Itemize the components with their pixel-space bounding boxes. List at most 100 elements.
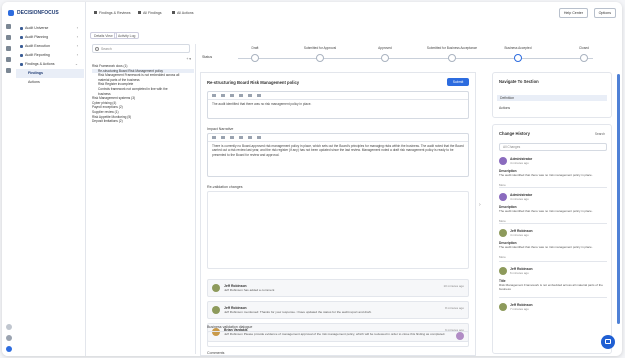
findings-tree: Risk Framework docs (1) Re-structuring B… (92, 64, 194, 124)
user-avatar[interactable] (6, 346, 12, 352)
underline-icon[interactable] (230, 136, 234, 139)
status-stepper: Status Draft Submitted for Approval Appr… (200, 44, 620, 68)
folder-icon (20, 62, 23, 66)
link-icon[interactable] (248, 94, 252, 97)
right-panel: Navigate To Section Definition Actions C… (488, 72, 620, 356)
avatar (499, 229, 507, 237)
underline-icon[interactable] (230, 94, 234, 97)
status-step-draft[interactable]: Draft (225, 46, 285, 62)
list-icon[interactable] (239, 94, 243, 97)
avatar (499, 193, 507, 201)
finding-description-editor[interactable]: The audit identified that there was no r… (207, 91, 469, 119)
nav-link-definition[interactable]: Definition (497, 95, 607, 101)
bold-icon[interactable] (212, 94, 216, 97)
settings-icon[interactable] (6, 324, 12, 330)
help-icon[interactable] (6, 335, 12, 341)
sidebar-item-audit-planning[interactable]: Audit Planning › (16, 33, 84, 42)
status-step-submitted-acceptance[interactable]: Submitted for Business Acceptance (422, 46, 482, 62)
italic-icon[interactable] (221, 136, 225, 139)
history-title: Change History (499, 131, 530, 136)
chat-icon (605, 339, 611, 344)
tab-all-findings[interactable]: All Findings (138, 11, 162, 15)
history-search-button[interactable]: Search (595, 132, 605, 136)
status-step-submitted-approval[interactable]: Submitted for Approval (290, 46, 350, 62)
tab-label: All Actions (177, 11, 194, 15)
tab-findings-reviews[interactable]: Findings & Reviews (94, 11, 131, 15)
sidebar-item-audit-reporting[interactable]: Audit Reporting › (16, 51, 84, 60)
list-icon[interactable] (239, 136, 243, 139)
step-label: Approved (378, 46, 392, 50)
bold-icon[interactable] (212, 136, 216, 139)
nav-link-actions[interactable]: Actions (499, 106, 510, 110)
chat-launcher-button[interactable] (601, 335, 615, 349)
status-step-business-accepted[interactable]: Business Accepted (488, 46, 548, 62)
tab-activity-log[interactable]: Activity Log (114, 32, 140, 39)
sidebar-item-label: Findings (28, 71, 43, 75)
activity-item: Jeff Robinson 8 minutes ago Jeff Robinso… (207, 301, 469, 320)
status-label: Status (202, 55, 213, 59)
step-circle (316, 54, 324, 62)
activity-time: 10 minutes ago (443, 284, 464, 288)
divider (499, 187, 607, 188)
history-time: 4 minutes ago (510, 161, 529, 165)
status-step-closed[interactable]: Closed (554, 46, 614, 62)
navigate-title: Navigate To Section (499, 79, 539, 84)
sidebar-item-actions[interactable]: Actions (16, 78, 84, 87)
folder-icon (20, 53, 23, 57)
help-center-button[interactable]: Help Center (558, 8, 588, 18)
step-label: Submitted for Business Acceptance (426, 46, 478, 50)
link-icon[interactable] (248, 136, 252, 139)
left-navigation: DECISIONFOCUS Audit Universe › Audit Plan… (2, 2, 86, 356)
divider (499, 223, 607, 224)
scrollbar[interactable] (617, 74, 620, 324)
tab-all-actions[interactable]: All Actions (172, 11, 194, 15)
sidebar-item-findings[interactable]: Findings (16, 69, 84, 78)
grid-icon (138, 11, 141, 14)
avatar (499, 157, 507, 165)
history-time: 7 minutes ago (510, 307, 529, 311)
sidebar-item-audit-universe[interactable]: Audit Universe › (16, 24, 84, 33)
italic-icon[interactable] (221, 94, 225, 97)
tree-node[interactable]: Deposit limitations (2) (92, 119, 194, 124)
step-circle (580, 54, 588, 62)
tree-options-button[interactable]: + ▾ (186, 57, 191, 61)
description-text: The audit identified that there was no r… (212, 102, 312, 106)
business-validation-label: Business validation dialogue (207, 325, 253, 329)
business-validation-editor[interactable] (207, 331, 469, 347)
step-circle (448, 54, 456, 62)
tab-details-view[interactable]: Details View (90, 32, 117, 39)
sidebar-item-findings-actions[interactable]: Findings & Actions ⌄ (16, 60, 84, 69)
history-time: 4 minutes ago (510, 197, 529, 201)
tasks-icon[interactable] (6, 57, 11, 62)
impact-narrative-label: Impact Narrative (207, 127, 234, 131)
options-button[interactable]: Options (593, 8, 616, 18)
status-step-approved[interactable]: Approved (355, 46, 415, 62)
sidebar-item-audit-execution[interactable]: Audit Execution › (16, 42, 84, 51)
history-text: The audit identified that there was no r… (499, 173, 593, 177)
sidebar-item-label: Findings & Actions (25, 62, 55, 66)
home-icon[interactable] (6, 24, 11, 29)
history-filter-select[interactable]: All Changes (499, 143, 607, 151)
submit-button[interactable]: Submit (447, 78, 469, 86)
folder-icon (20, 35, 23, 39)
change-history-card: Change History Search All Changes Admini… (492, 124, 612, 354)
dashboard-icon[interactable] (6, 35, 11, 40)
documents-icon[interactable] (6, 68, 11, 73)
more-link[interactable]: More (499, 255, 506, 259)
comments-label: Comments (207, 351, 225, 355)
table-icon[interactable] (257, 136, 261, 139)
table-icon[interactable] (257, 94, 261, 97)
revalidation-label: Re-validation changes (207, 185, 243, 189)
revalidation-editor[interactable] (207, 191, 469, 269)
reports-icon[interactable] (6, 46, 11, 51)
editor-toolbar (208, 92, 468, 100)
app-logo[interactable]: DECISIONFOCUS (8, 10, 59, 16)
impact-narrative-editor[interactable]: There is currently no Board-approved ris… (207, 133, 469, 177)
chevron-right-icon[interactable]: › (479, 202, 481, 208)
divider (499, 297, 607, 298)
folder-icon (20, 44, 23, 48)
avatar (499, 267, 507, 275)
divider (499, 261, 607, 262)
step-label: Draft (251, 46, 259, 50)
tree-search-input[interactable]: Search (92, 44, 190, 53)
